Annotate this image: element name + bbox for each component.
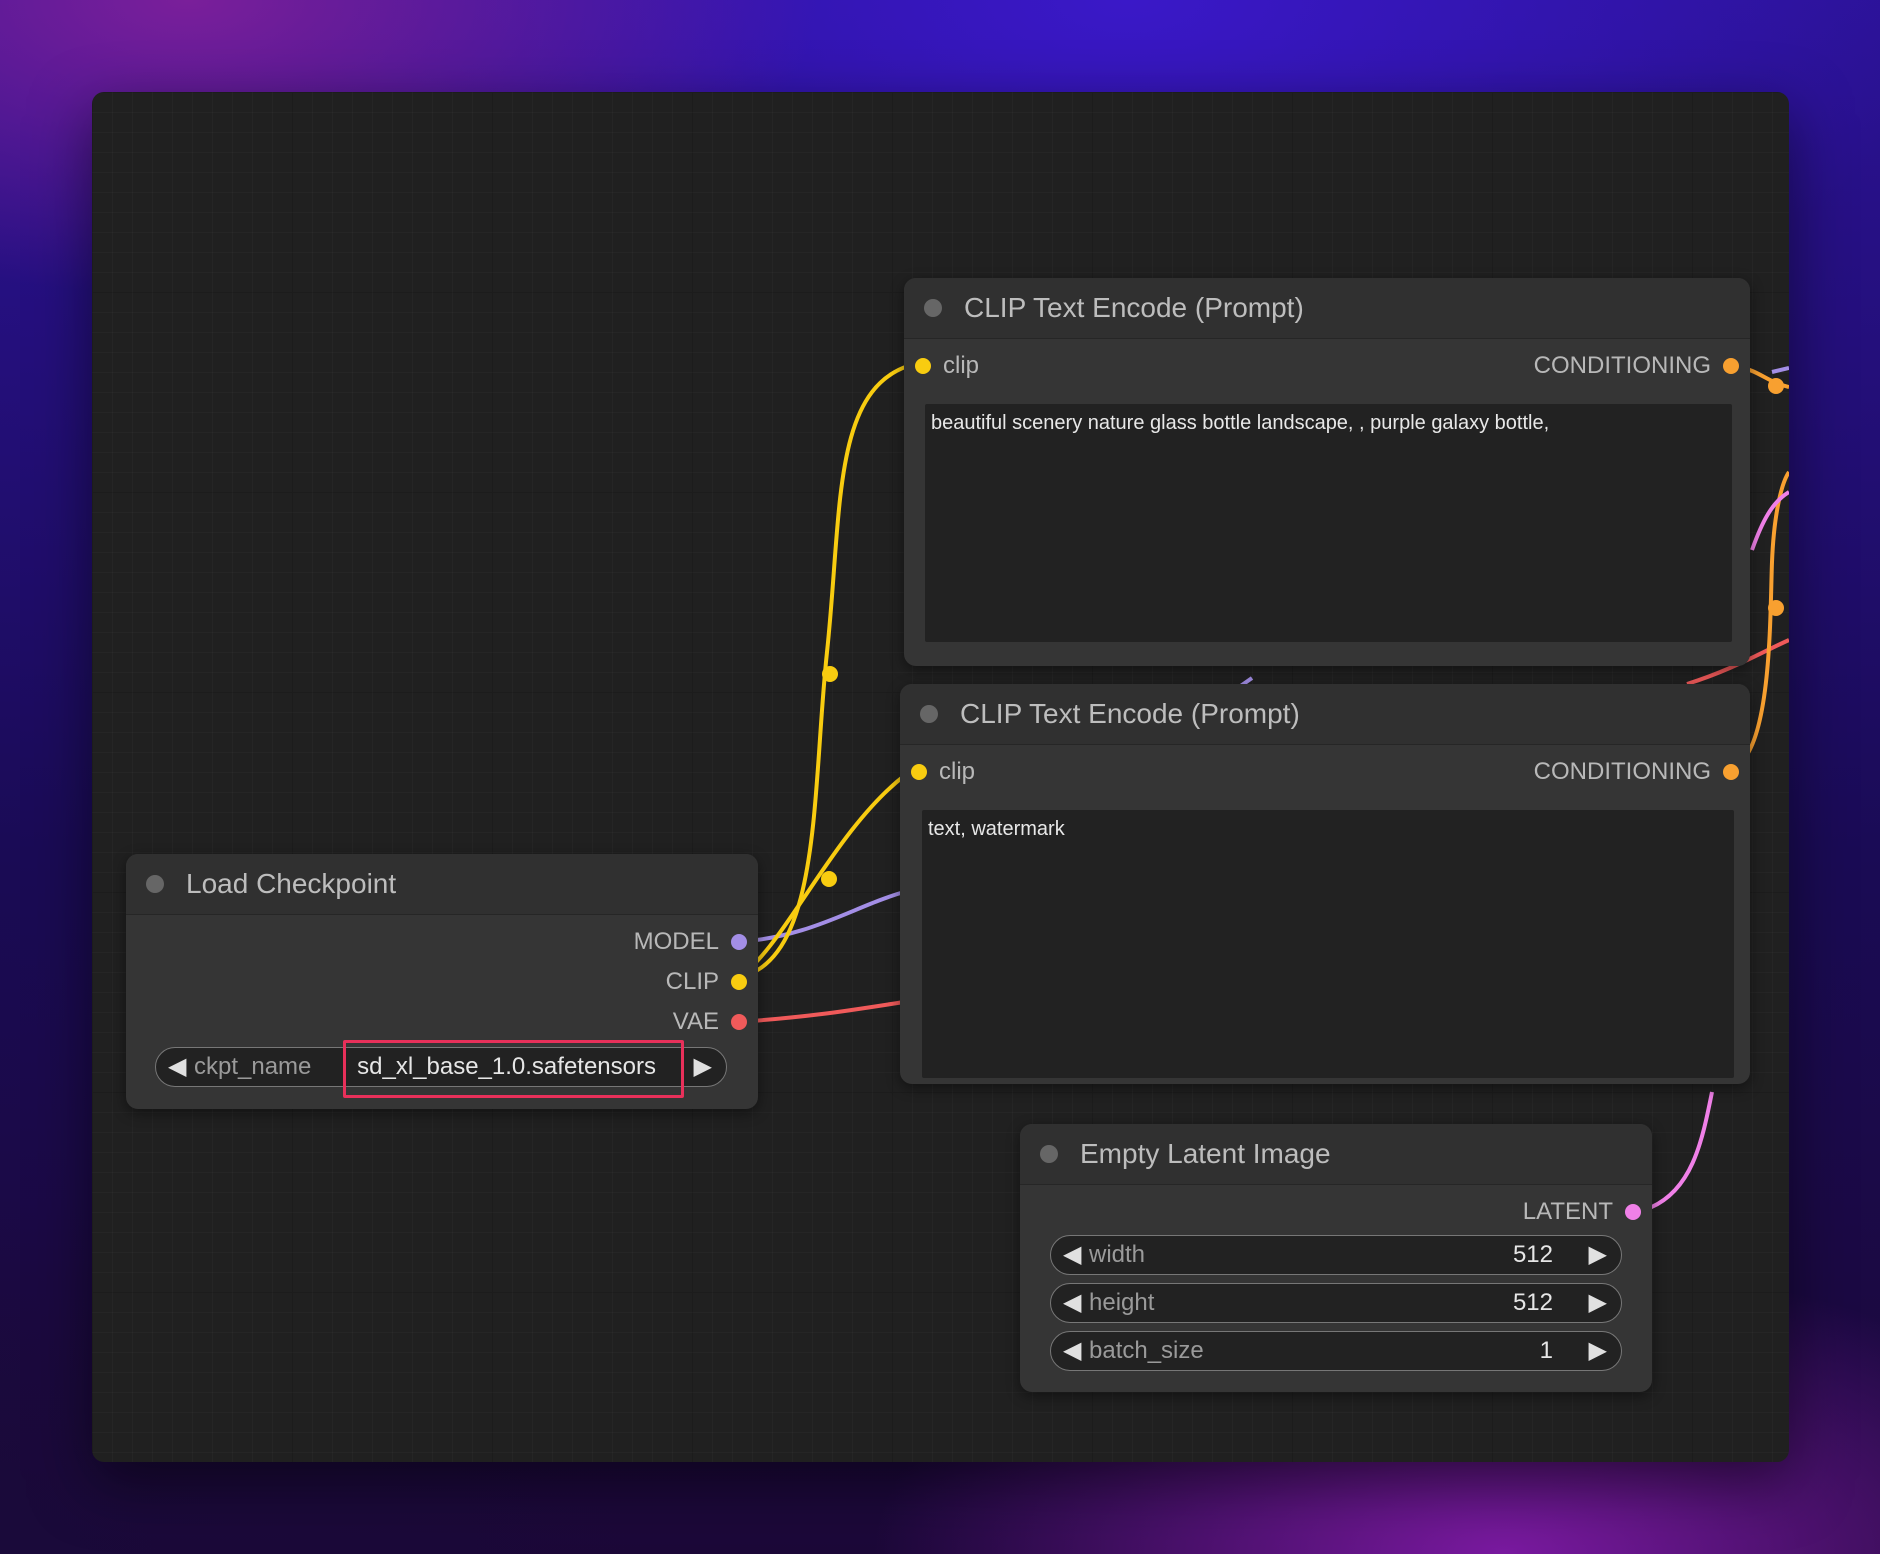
- output-label: CONDITIONING: [1533, 758, 1711, 785]
- node-title: CLIP Text Encode (Prompt): [964, 292, 1304, 323]
- widget-name: ckpt_name: [194, 1053, 312, 1080]
- collapse-dot-icon[interactable]: [146, 875, 164, 893]
- clip-text-encode-node-positive[interactable]: CLIP Text Encode (Prompt) clip CONDITION…: [904, 278, 1750, 666]
- output-label: LATENT: [1522, 1198, 1613, 1225]
- input-label: clip: [943, 352, 980, 379]
- clip-input-dot-icon[interactable]: [915, 358, 931, 374]
- latent-output-dot-icon[interactable]: [1625, 1204, 1641, 1220]
- clip-link-midpoint-bottom: [821, 871, 837, 887]
- clip-text-encode-node-negative[interactable]: CLIP Text Encode (Prompt) clip CONDITION…: [900, 684, 1750, 1084]
- width-number-widget[interactable]: ◀ width 512 ▶: [1050, 1235, 1622, 1275]
- clip-input-dot-icon[interactable]: [911, 764, 927, 780]
- conditioning-link-midpoint-bottom: [1768, 600, 1784, 616]
- widget-name: batch_size: [1089, 1337, 1204, 1364]
- node-title-bar[interactable]: Empty Latent Image: [1020, 1124, 1652, 1185]
- model-link-right: [1771, 366, 1789, 374]
- arrow-left-icon[interactable]: ◀: [168, 1052, 186, 1081]
- arrow-right-icon[interactable]: ▶: [1589, 1288, 1607, 1317]
- input-slot-clip[interactable]: clip: [911, 757, 1111, 787]
- output-slot-conditioning[interactable]: CONDITIONING: [1479, 757, 1739, 787]
- widget-name: height: [1089, 1289, 1155, 1316]
- arrow-right-icon[interactable]: ▶: [1589, 1336, 1607, 1365]
- latent-link: [1646, 1091, 1714, 1211]
- conditioning-output-dot-icon[interactable]: [1723, 764, 1739, 780]
- arrow-right-icon[interactable]: ▶: [1589, 1240, 1607, 1269]
- node-title-bar[interactable]: Load Checkpoint: [126, 854, 758, 915]
- input-label: clip: [939, 758, 976, 785]
- arrow-right-icon[interactable]: ▶: [694, 1052, 712, 1081]
- height-number-widget[interactable]: ◀ height 512 ▶: [1050, 1283, 1622, 1323]
- highlight-box: [343, 1040, 684, 1098]
- empty-latent-image-node[interactable]: Empty Latent Image LATENT ◀ width 512 ▶ …: [1020, 1124, 1652, 1392]
- node-graph-canvas[interactable]: CLIP Text Encode (Prompt) clip CONDITION…: [92, 92, 1789, 1462]
- latent-link-right: [1750, 490, 1789, 551]
- widget-value: 1: [1539, 1337, 1553, 1364]
- collapse-dot-icon[interactable]: [924, 299, 942, 317]
- model-output-dot-icon[interactable]: [731, 934, 747, 950]
- node-title: Load Checkpoint: [186, 868, 397, 899]
- clip-link-midpoint-top: [822, 666, 838, 682]
- conditioning-output-dot-icon[interactable]: [1723, 358, 1739, 374]
- clip-output-dot-icon[interactable]: [731, 974, 747, 990]
- load-checkpoint-node[interactable]: Load Checkpoint MODEL CLIP VAE ◀ ckpt_na…: [126, 854, 758, 1109]
- widget-name: width: [1089, 1241, 1146, 1268]
- arrow-left-icon[interactable]: ◀: [1063, 1336, 1081, 1365]
- output-label: MODEL: [633, 928, 719, 955]
- output-label: CONDITIONING: [1533, 352, 1711, 379]
- prompt-textarea[interactable]: text, watermark: [922, 810, 1734, 1078]
- node-title: CLIP Text Encode (Prompt): [960, 698, 1300, 729]
- output-slot-model[interactable]: MODEL: [547, 927, 747, 957]
- node-title-bar[interactable]: CLIP Text Encode (Prompt): [900, 684, 1750, 745]
- node-title-bar[interactable]: CLIP Text Encode (Prompt): [904, 278, 1750, 339]
- arrow-left-icon[interactable]: ◀: [1063, 1288, 1081, 1317]
- widget-value: 512: [1512, 1241, 1553, 1268]
- clip-link-bottom: [735, 774, 906, 980]
- collapse-dot-icon[interactable]: [1040, 1145, 1058, 1163]
- output-slot-clip[interactable]: CLIP: [547, 967, 747, 997]
- prompt-textarea[interactable]: beautiful scenery nature glass bottle la…: [925, 404, 1732, 642]
- output-slot-latent[interactable]: LATENT: [1441, 1197, 1641, 1227]
- vae-link: [736, 1000, 905, 1024]
- output-slot-conditioning[interactable]: CONDITIONING: [1479, 351, 1739, 381]
- arrow-left-icon[interactable]: ◀: [1063, 1240, 1081, 1269]
- node-title: Empty Latent Image: [1080, 1138, 1331, 1169]
- output-label: VAE: [672, 1008, 719, 1035]
- vae-output-dot-icon[interactable]: [731, 1014, 747, 1030]
- collapse-dot-icon[interactable]: [920, 705, 938, 723]
- conditioning-link-midpoint-top: [1768, 378, 1784, 394]
- batch-size-number-widget[interactable]: ◀ batch_size 1 ▶: [1050, 1331, 1622, 1371]
- output-slot-vae[interactable]: VAE: [547, 1007, 747, 1037]
- output-label: CLIP: [665, 968, 719, 995]
- input-slot-clip[interactable]: clip: [915, 351, 1115, 381]
- widget-value: 512: [1512, 1289, 1553, 1316]
- model-link: [736, 890, 905, 944]
